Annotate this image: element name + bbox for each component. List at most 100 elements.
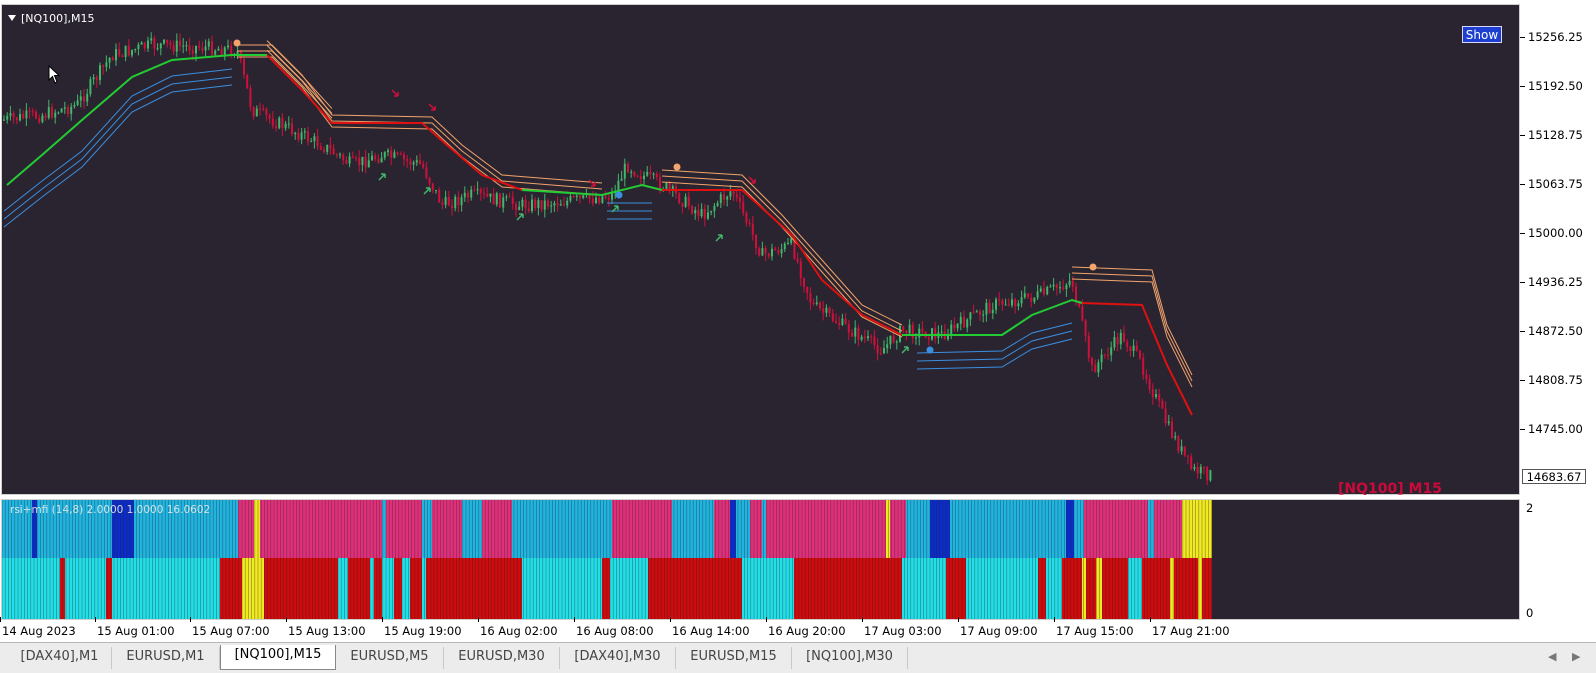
- tab-dax40-m1[interactable]: [DAX40],M1: [8, 647, 112, 669]
- candle-body: [659, 177, 661, 190]
- candle-body: [988, 302, 991, 314]
- candle-body: [342, 154, 345, 161]
- candle-body: [188, 45, 191, 51]
- chevron-left-icon[interactable]: ◀: [1548, 650, 1556, 663]
- show-button[interactable]: Show: [1462, 26, 1502, 43]
- price-tick: 15256.25: [1520, 30, 1583, 44]
- candle-body: [473, 189, 476, 191]
- candle-body: [425, 167, 428, 178]
- candle-body: [35, 111, 37, 119]
- candle-body: [102, 65, 105, 67]
- tab-nq100-m15[interactable]: [NQ100],M15: [220, 645, 336, 670]
- lower-band-line: [3, 84, 233, 228]
- price-tick: 14872.50: [1520, 324, 1583, 338]
- candle-body: [447, 197, 450, 206]
- candle-body: [377, 159, 380, 163]
- candle-body: [396, 152, 399, 154]
- time-tick: 16 Aug 14:00: [670, 617, 750, 638]
- candle-body: [1199, 466, 1202, 474]
- candle-body: [383, 152, 386, 158]
- candle-body: [851, 332, 853, 337]
- candle-body: [95, 77, 98, 81]
- rsi-bar: [1084, 500, 1148, 558]
- candle-body: [819, 302, 821, 309]
- time-tick: 15 Aug 13:00: [286, 617, 366, 638]
- tab-eurusd-m1[interactable]: EURUSD,M1: [112, 647, 220, 669]
- mfi-bar: [1142, 558, 1170, 619]
- candle-body: [844, 318, 847, 324]
- candle-body: [719, 194, 722, 203]
- price-chart-pane[interactable]: [NQ100],M15 Show: [1, 4, 1520, 495]
- time-tick: 17 Aug 21:00: [1150, 617, 1230, 638]
- indicator-scale-bottom: 0: [1526, 606, 1534, 620]
- candle-body: [380, 157, 383, 163]
- tab-eurusd-m5[interactable]: EURUSD,M5: [336, 647, 444, 669]
- candle-body: [399, 153, 402, 155]
- tab-dax40-m30[interactable]: [DAX40],M30: [560, 647, 676, 669]
- candle-body: [687, 196, 690, 207]
- candle-body: [12, 113, 15, 118]
- candle-body: [99, 65, 101, 81]
- candle-body: [931, 328, 933, 340]
- indicator-pane[interactable]: rsi+mfi (14,8) 2.0000 1.0000 16.0602: [1, 499, 1520, 620]
- candle-body: [751, 223, 754, 235]
- candle-body: [163, 39, 165, 44]
- candle-body: [175, 40, 178, 52]
- tab-nq100-m30[interactable]: [NQ100],M30: [792, 647, 908, 669]
- candle-body: [540, 200, 543, 210]
- candle-body: [969, 312, 972, 320]
- candle-body: [79, 96, 82, 101]
- candle-body: [300, 132, 303, 140]
- candle-body: [591, 198, 594, 203]
- candle-body: [547, 200, 549, 207]
- candle-body: [307, 131, 309, 142]
- candle-body: [255, 108, 258, 117]
- candle-body: [172, 44, 175, 52]
- candle-body: [9, 113, 12, 116]
- candle-body: [566, 200, 569, 206]
- candle-body: [73, 105, 76, 107]
- candle-body: [275, 125, 277, 129]
- lower-band-line: [916, 338, 1073, 370]
- candle-body: [889, 335, 892, 345]
- candle-body: [54, 112, 57, 118]
- candle-body: [883, 348, 885, 354]
- candle-body: [281, 117, 284, 129]
- chart-tab-bar: [DAX40],M1 EURUSD,M1 [NQ100],M15 EURUSD,…: [0, 642, 1596, 673]
- signal-arrow: [423, 187, 431, 195]
- candle-body: [367, 160, 370, 168]
- candle-body: [1039, 288, 1042, 292]
- candle-body: [134, 49, 137, 51]
- signal-arrow: [428, 103, 436, 111]
- candle-body: [563, 204, 565, 206]
- trend-line: [1081, 302, 1193, 416]
- candle-body: [1084, 320, 1087, 336]
- chevron-right-icon[interactable]: ▶: [1572, 650, 1580, 663]
- triangle-down-icon[interactable]: [8, 15, 16, 21]
- candle-body: [329, 144, 332, 149]
- candle-body: [1129, 347, 1132, 352]
- candle-body: [15, 117, 18, 121]
- tab-eurusd-m30[interactable]: EURUSD,M30: [444, 647, 560, 669]
- candle-body: [153, 38, 156, 49]
- time-tick: 16 Aug 02:00: [478, 617, 558, 638]
- candle-body: [1190, 456, 1193, 469]
- candle-body: [940, 331, 943, 333]
- tab-eurusd-m15[interactable]: EURUSD,M15: [676, 647, 792, 669]
- candle-body: [358, 157, 361, 165]
- candle-body: [748, 222, 751, 224]
- candle-body: [886, 344, 889, 349]
- candle-body: [297, 132, 300, 140]
- signal-arrow: [378, 173, 386, 181]
- candle-body: [108, 57, 111, 63]
- symbol-label[interactable]: [NQ100],M15: [8, 12, 94, 25]
- candle-body: [451, 205, 453, 209]
- mfi-bar: [394, 558, 402, 619]
- candle-body: [287, 123, 290, 125]
- candle-body: [156, 48, 159, 50]
- candle-body: [249, 88, 252, 107]
- candle-body: [495, 193, 498, 205]
- chart-window[interactable]: [NQ100],M15 Show [NQ100] M15 rsi+mfi (14…: [0, 0, 1596, 642]
- candle-body: [646, 171, 649, 176]
- candle-body: [895, 341, 898, 343]
